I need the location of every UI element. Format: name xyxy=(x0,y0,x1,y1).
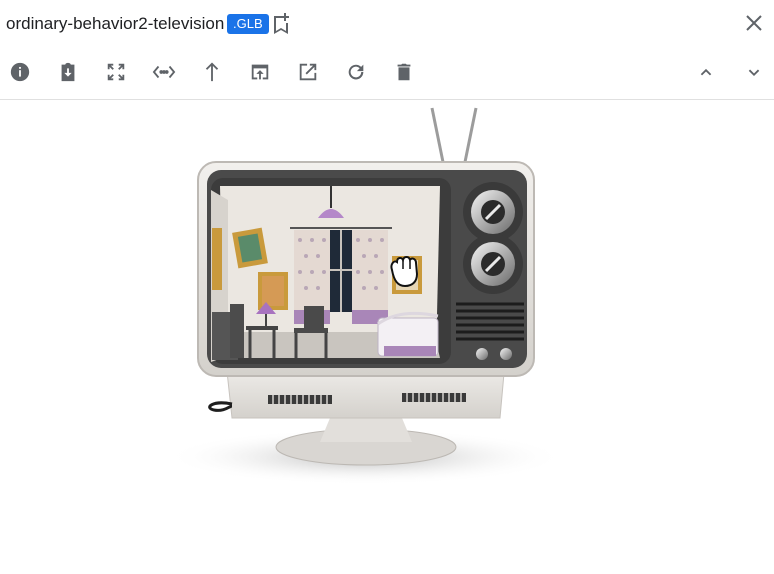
code-embed-icon[interactable] xyxy=(150,58,178,86)
title-bar: ordinary-behavior2-television .GLB xyxy=(0,0,774,46)
close-icon[interactable] xyxy=(742,11,766,35)
bookmark-add-icon[interactable] xyxy=(270,12,292,36)
television-model xyxy=(165,107,565,485)
open-external-icon[interactable] xyxy=(294,58,322,86)
grab-hand-cursor xyxy=(390,256,419,288)
refresh-icon[interactable] xyxy=(342,58,370,86)
file-type-badge: .GLB xyxy=(227,14,269,34)
open-in-window-icon[interactable] xyxy=(246,58,274,86)
upload-arrow-icon[interactable] xyxy=(198,58,226,86)
model-viewer[interactable] xyxy=(0,100,774,574)
download-to-clipboard-icon[interactable] xyxy=(54,58,82,86)
chevron-down-icon[interactable] xyxy=(740,58,768,86)
info-icon[interactable] xyxy=(6,58,34,86)
fullscreen-icon[interactable] xyxy=(102,58,130,86)
toolbar xyxy=(0,58,774,88)
file-title: ordinary-behavior2-television xyxy=(6,14,225,33)
delete-icon[interactable] xyxy=(390,58,418,86)
chevron-up-icon[interactable] xyxy=(692,58,720,86)
